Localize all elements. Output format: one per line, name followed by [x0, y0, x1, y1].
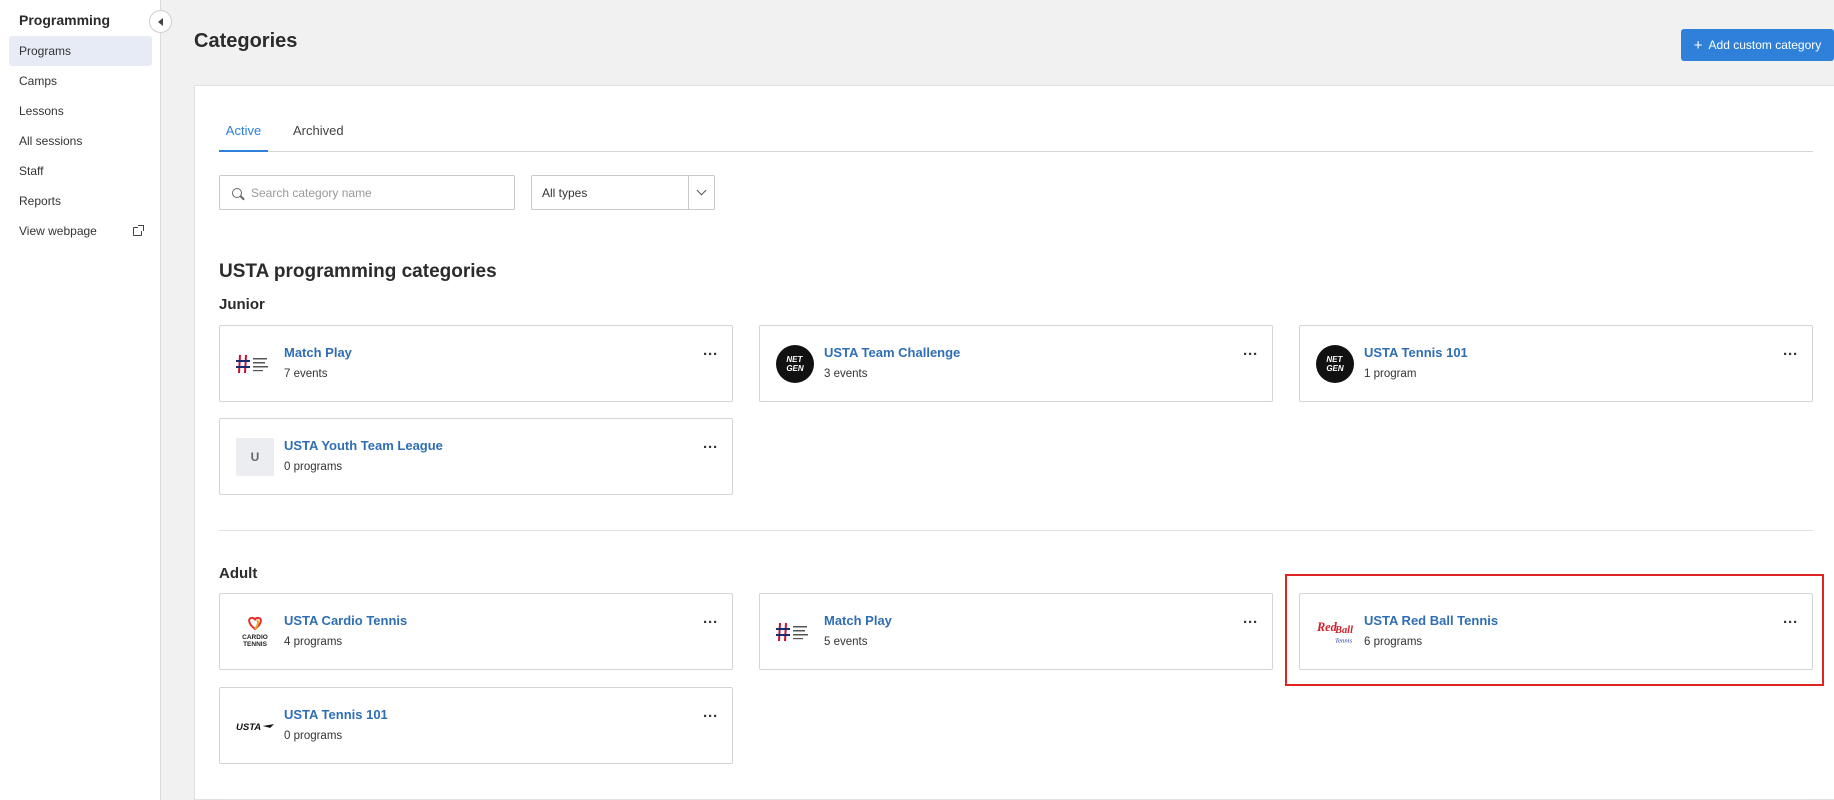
- tab-active[interactable]: Active: [219, 123, 268, 152]
- net-generation-logo-icon: [236, 345, 274, 383]
- initial-avatar-icon: U: [236, 438, 274, 476]
- category-count: 3 events: [824, 368, 868, 380]
- group-divider: [219, 530, 1813, 531]
- plus-icon: +: [1693, 36, 1703, 54]
- category-name[interactable]: Match Play: [824, 613, 892, 628]
- category-card[interactable]: NET GEN USTA Team Challenge 3 events ···: [759, 325, 1273, 402]
- type-select-value: All types: [542, 185, 588, 200]
- sidebar-item-label: Staff: [19, 164, 44, 178]
- category-name[interactable]: USTA Team Challenge: [824, 345, 960, 360]
- add-button-label: Add custom category: [1708, 38, 1822, 52]
- collapse-sidebar-button[interactable]: [149, 10, 172, 33]
- search-input[interactable]: [251, 185, 491, 200]
- sidebar-item-label: Lessons: [19, 104, 64, 118]
- category-count: 4 programs: [284, 636, 343, 648]
- category-count: 6 programs: [1364, 636, 1423, 648]
- more-options-icon[interactable]: ···: [703, 709, 718, 724]
- type-select[interactable]: All types: [531, 175, 715, 210]
- sidebar-item-reports[interactable]: Reports: [9, 186, 152, 216]
- category-card[interactable]: USTA USTA Tennis 101 0 programs ···: [219, 687, 733, 764]
- sidebar-item-all-sessions[interactable]: All sessions: [9, 126, 152, 156]
- more-options-icon[interactable]: ···: [1783, 347, 1798, 362]
- category-name[interactable]: USTA Tennis 101: [1364, 345, 1468, 360]
- usta-logo-icon: USTA: [236, 707, 274, 745]
- red-ball-logo-icon: Red Ball Tennis: [1316, 613, 1354, 651]
- sidebar-item-label: Camps: [19, 74, 58, 88]
- sidebar-item-label: Programs: [19, 44, 72, 58]
- category-count: 0 programs: [284, 461, 343, 473]
- sidebar-item-lessons[interactable]: Lessons: [9, 96, 152, 126]
- sidebar-item-camps[interactable]: Camps: [9, 66, 152, 96]
- sidebar-item-label: View webpage: [19, 224, 97, 238]
- more-options-icon[interactable]: ···: [1783, 615, 1798, 630]
- more-options-icon[interactable]: ···: [1243, 347, 1258, 362]
- category-name[interactable]: USTA Tennis 101: [284, 707, 388, 722]
- category-card[interactable]: NET GEN USTA Tennis 101 1 program ···: [1299, 325, 1813, 402]
- netgen-circle-logo-icon: NET GEN: [1316, 345, 1354, 383]
- main-panel: Active Archived All types USTA programmi…: [194, 85, 1834, 800]
- sidebar-item-label: All sessions: [19, 134, 83, 148]
- search-box: [219, 175, 515, 210]
- category-name[interactable]: USTA Red Ball Tennis: [1364, 613, 1498, 628]
- svg-text:Tennis: Tennis: [1335, 637, 1353, 644]
- tab-bar: Active Archived: [219, 86, 1813, 152]
- svg-text:USTA: USTA: [236, 722, 261, 732]
- category-count: 1 program: [1364, 368, 1417, 380]
- search-icon: [232, 187, 242, 198]
- net-generation-logo-icon: [776, 613, 814, 651]
- more-options-icon[interactable]: ···: [703, 440, 718, 455]
- sidebar-item-programs[interactable]: Programs: [9, 36, 152, 66]
- sidebar-item-view-webpage[interactable]: View webpage: [9, 216, 152, 246]
- section-title: USTA programming categories: [219, 261, 497, 282]
- page-title: Categories: [194, 30, 298, 52]
- more-options-icon[interactable]: ···: [703, 347, 718, 362]
- svg-text:Ball: Ball: [1334, 625, 1353, 636]
- category-count: 0 programs: [284, 730, 343, 742]
- svg-text:CARDIO: CARDIO: [242, 634, 268, 641]
- cardio-tennis-logo-icon: CARDIO TENNIS: [236, 613, 274, 651]
- category-card[interactable]: Match Play 5 events ···: [759, 593, 1273, 670]
- category-name[interactable]: USTA Youth Team League: [284, 438, 443, 453]
- group-label-adult: Adult: [219, 565, 258, 582]
- category-card[interactable]: CARDIO TENNIS USTA Cardio Tennis 4 progr…: [219, 593, 733, 670]
- more-options-icon[interactable]: ···: [703, 615, 718, 630]
- svg-text:TENNIS: TENNIS: [243, 641, 268, 648]
- group-label-junior: Junior: [219, 296, 265, 313]
- chevron-left-icon: [157, 17, 163, 26]
- category-count: 7 events: [284, 368, 328, 380]
- category-name[interactable]: USTA Cardio Tennis: [284, 613, 407, 628]
- sidebar-nav: Programs Camps Lessons All sessions Staf…: [9, 36, 152, 246]
- category-card[interactable]: Red Ball Tennis USTA Red Ball Tennis 6 p…: [1299, 593, 1813, 670]
- external-link-icon: [133, 224, 144, 236]
- chevron-down-icon: [696, 185, 707, 196]
- sidebar-title: Programming: [19, 12, 111, 28]
- category-card[interactable]: U USTA Youth Team League 0 programs ···: [219, 418, 733, 495]
- category-card[interactable]: Match Play 7 events ···: [219, 325, 733, 402]
- category-count: 5 events: [824, 636, 868, 648]
- sidebar: Programming Programs Camps Lessons All s…: [0, 0, 161, 800]
- tab-archived[interactable]: Archived: [293, 123, 344, 152]
- add-custom-category-button[interactable]: + Add custom category: [1681, 29, 1834, 61]
- sidebar-item-label: Reports: [19, 194, 62, 208]
- netgen-circle-logo-icon: NET GEN: [776, 345, 814, 383]
- category-name[interactable]: Match Play: [284, 345, 352, 360]
- sidebar-item-staff[interactable]: Staff: [9, 156, 152, 186]
- more-options-icon[interactable]: ···: [1243, 615, 1258, 630]
- select-divider: [688, 176, 689, 209]
